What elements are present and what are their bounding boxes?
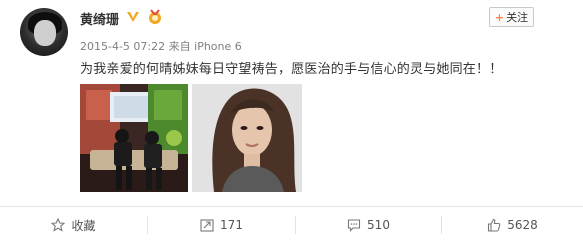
like-button[interactable]: 5628 <box>442 207 583 243</box>
follow-label: 关注 <box>506 11 529 24</box>
user-name[interactable]: 黄绮珊 <box>80 9 119 28</box>
plus-icon: + <box>494 10 505 24</box>
portrait-scene <box>192 84 302 192</box>
comment-count: 510 <box>367 218 390 232</box>
post-text: 为我亲爱的何晴姊妹每日守望祷告，愿医治的手与信心的灵与她同在！！ <box>80 62 503 77</box>
repost-button[interactable]: 171 <box>148 207 295 243</box>
repost-count: 171 <box>220 218 243 232</box>
vip-badge-icon[interactable] <box>126 10 140 24</box>
medal-icon[interactable] <box>146 9 164 25</box>
avatar-face <box>34 20 56 46</box>
weibo-post-card: 黄绮珊 + 关注 2015-4-5 07:22 来自 iPhone 6 为我亲爱… <box>0 0 583 243</box>
source-device: iPhone 6 <box>194 40 242 53</box>
avatar[interactable] <box>20 8 68 56</box>
post-meta: 2015-4-5 07:22 来自 iPhone 6 <box>80 38 242 54</box>
comment-icon <box>347 219 361 232</box>
favorite-button[interactable]: 收藏 <box>0 207 147 243</box>
studio-scene <box>80 84 188 192</box>
repost-icon <box>200 219 214 232</box>
like-icon <box>488 218 501 232</box>
star-icon <box>51 218 66 232</box>
post-image-1[interactable] <box>80 84 188 192</box>
like-count: 5628 <box>507 218 538 232</box>
source-prefix: 来自 <box>168 40 191 53</box>
follow-button[interactable]: + 关注 <box>489 7 534 27</box>
post-image-2[interactable] <box>192 84 302 192</box>
favorite-label: 收藏 <box>71 218 96 233</box>
comment-button[interactable]: 510 <box>296 207 441 243</box>
post-date[interactable]: 2015-4-5 07:22 <box>80 40 165 53</box>
